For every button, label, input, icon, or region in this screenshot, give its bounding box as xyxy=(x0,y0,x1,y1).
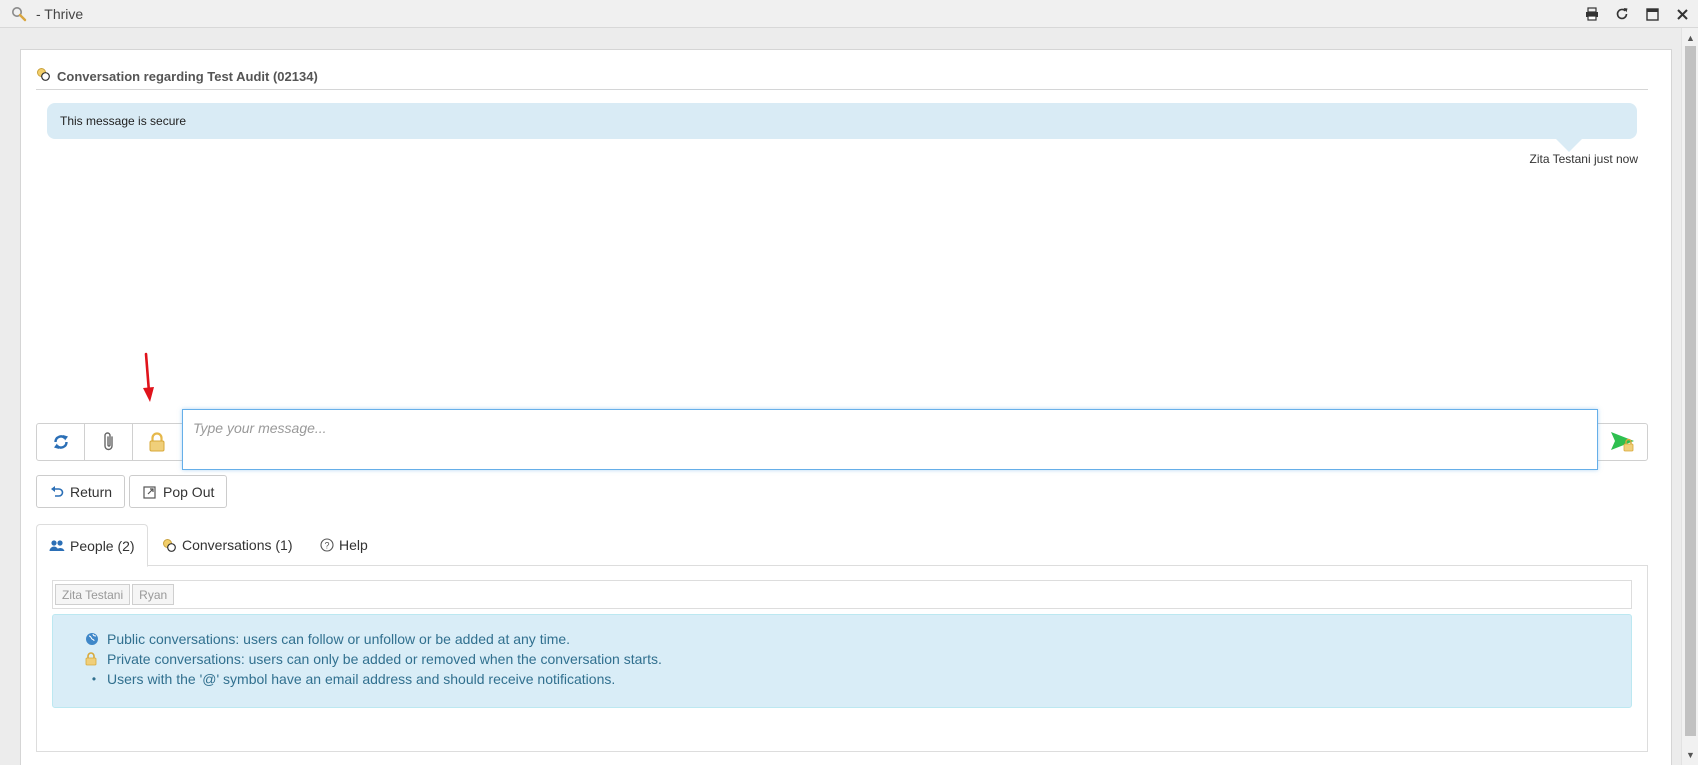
pop-out-icon xyxy=(143,485,157,499)
tab-help[interactable]: ? Help xyxy=(308,524,380,566)
people-list[interactable]: Zita Testani Ryan xyxy=(52,580,1632,609)
print-icon[interactable] xyxy=(1582,4,1602,24)
send-button[interactable] xyxy=(1600,424,1646,460)
pop-out-label: Pop Out xyxy=(163,483,215,500)
svg-text:?: ? xyxy=(324,541,329,551)
conversation-icon xyxy=(36,67,51,87)
info-private-line: Private conversations: users can only be… xyxy=(85,651,662,667)
tab-conversations-label: Conversations (1) xyxy=(182,537,293,553)
tab-people[interactable]: People (2) xyxy=(36,524,148,567)
tab-conversations[interactable]: Conversations (1) xyxy=(150,524,305,566)
tab-people-label: People (2) xyxy=(70,537,135,554)
info-public-line: Public conversations: users can follow o… xyxy=(85,631,570,647)
globe-icon xyxy=(85,632,103,646)
send-icon xyxy=(1611,432,1634,452)
message-input[interactable] xyxy=(182,409,1598,470)
return-label: Return xyxy=(70,483,113,500)
info-public-text: Public conversations: users can follow o… xyxy=(107,631,571,647)
close-icon[interactable] xyxy=(1672,4,1692,24)
scroll-up-icon[interactable]: ▲ xyxy=(1682,30,1698,46)
return-arrow-icon xyxy=(50,485,64,499)
vertical-scrollbar[interactable]: ▲ ▼ xyxy=(1681,28,1698,765)
message-bubble-tail xyxy=(1556,139,1582,152)
tab-help-label: Help xyxy=(339,537,368,553)
info-alert: Public conversations: users can follow o… xyxy=(52,614,1632,708)
secure-lock-button[interactable] xyxy=(133,424,181,460)
message-text: This message is secure xyxy=(60,114,187,128)
paperclip-icon xyxy=(103,432,113,451)
info-private-text: Private conversations: users can only be… xyxy=(107,651,662,667)
pop-out-button[interactable]: Pop Out xyxy=(129,475,228,508)
window-titlebar: - Thrive xyxy=(0,0,1698,28)
scrollbar-thumb[interactable] xyxy=(1685,46,1696,736)
scroll-down-icon[interactable]: ▼ xyxy=(1682,747,1698,763)
refresh-icon[interactable] xyxy=(1612,4,1632,24)
info-email-text: Users with the '@' symbol have an email … xyxy=(107,671,616,687)
refresh-icon xyxy=(53,435,68,449)
conversation-icon xyxy=(162,538,177,553)
tab-bar: People (2) Conversations (1) ? Help xyxy=(36,524,1648,567)
person-tag[interactable]: Ryan xyxy=(132,584,175,605)
info-email-line: • Users with the '@' symbol have an emai… xyxy=(85,671,615,687)
window-title: - Thrive xyxy=(36,5,84,22)
search-icon xyxy=(10,5,28,23)
message-meta: Zita Testani just now xyxy=(1529,152,1639,166)
window-controls xyxy=(1582,4,1692,24)
lock-icon xyxy=(149,432,165,452)
conversation-title: Conversation regarding Test Audit (02134… xyxy=(57,69,318,84)
message-bubble: This message is secure xyxy=(47,103,1637,139)
lock-icon xyxy=(85,652,103,666)
people-icon xyxy=(49,539,65,553)
person-tag[interactable]: Zita Testani xyxy=(55,584,131,605)
bullet-icon: • xyxy=(91,672,97,686)
red-arrow-annotation xyxy=(143,352,154,402)
conversation-header: Conversation regarding Test Audit (02134… xyxy=(36,64,1648,90)
attach-button[interactable] xyxy=(85,424,133,460)
help-icon: ? xyxy=(320,538,334,552)
refresh-conversation-button[interactable] xyxy=(37,424,85,460)
maximize-icon[interactable] xyxy=(1642,4,1662,24)
return-button[interactable]: Return xyxy=(36,475,126,508)
